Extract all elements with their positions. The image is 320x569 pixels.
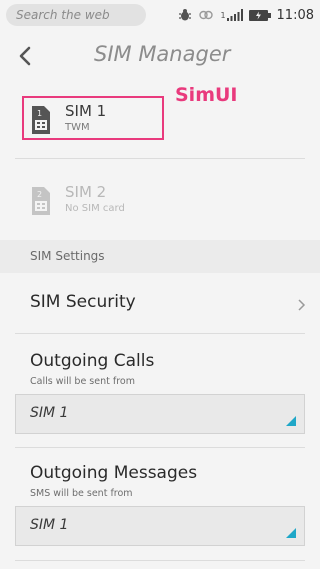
divider <box>15 560 305 561</box>
bug-icon <box>178 8 192 22</box>
clock: 11:08 <box>276 7 314 23</box>
annotation-label: SimUI <box>175 84 238 106</box>
signal-icon: 1 <box>220 9 243 21</box>
page-title: SIM Manager <box>94 42 231 66</box>
status-bar: Search the web 1 11:08 <box>0 0 320 30</box>
outgoing-messages-label: Outgoing Messages <box>30 463 198 483</box>
sim-card-icon: 2 <box>32 187 50 215</box>
divider <box>15 447 305 448</box>
battery-icon <box>248 9 271 21</box>
signal-sim-label: 1 <box>220 10 226 20</box>
annotation-highlight-box <box>22 96 164 140</box>
outgoing-messages-select[interactable]: SIM 1 <box>15 506 305 546</box>
divider <box>15 333 305 334</box>
dropdown-triangle-icon <box>286 416 296 426</box>
outgoing-messages-selected: SIM 1 <box>30 517 69 533</box>
dropdown-triangle-icon <box>286 528 296 538</box>
outgoing-messages-description: SMS will be sent from <box>30 488 133 499</box>
sim-security-row[interactable]: SIM Security <box>0 273 320 333</box>
divider <box>15 158 305 159</box>
outgoing-calls-selected: SIM 1 <box>30 405 69 421</box>
sim-2-name: SIM 2 <box>65 183 107 201</box>
outgoing-calls-select[interactable]: SIM 1 <box>15 394 305 434</box>
sim-2-carrier: No SIM card <box>65 203 125 214</box>
link-icon <box>198 8 214 22</box>
sim-card-2: 2 SIM 2 No SIM card <box>0 176 320 236</box>
svg-text:2: 2 <box>37 190 42 199</box>
outgoing-calls-setting: Outgoing Calls Calls will be sent from S… <box>0 340 320 440</box>
outgoing-calls-description: Calls will be sent from <box>30 376 135 387</box>
chevron-left-icon <box>19 46 31 66</box>
section-title: SIM Settings <box>30 249 105 263</box>
outgoing-messages-setting: Outgoing Messages SMS will be sent from … <box>0 453 320 553</box>
section-header-sim-settings: SIM Settings <box>0 240 320 273</box>
chevron-right-icon <box>296 297 306 311</box>
search-bar[interactable]: Search the web <box>6 4 146 26</box>
outgoing-calls-label: Outgoing Calls <box>30 351 155 371</box>
back-button[interactable] <box>16 44 36 68</box>
sim-security-label: SIM Security <box>30 292 136 312</box>
search-placeholder: Search the web <box>16 8 110 22</box>
app-header: SIM Manager <box>0 30 320 82</box>
status-icons: 1 11:08 <box>172 5 314 25</box>
